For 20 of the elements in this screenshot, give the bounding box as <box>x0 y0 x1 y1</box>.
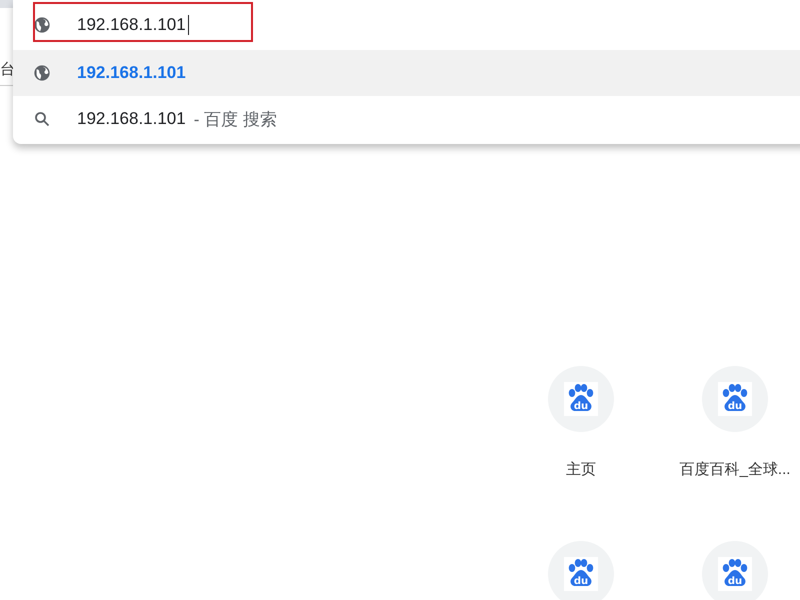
suggestion-text: 192.168.1.101 <box>77 63 186 83</box>
suggestion-text: 192.168.1.101 <box>77 109 186 129</box>
paw-logo: du <box>718 557 752 591</box>
shortcut-tile[interactable]: du <box>548 541 614 600</box>
shortcut-tile[interactable]: du <box>548 366 614 432</box>
paw-logo: du <box>564 382 598 416</box>
suggestion-item[interactable]: 192.168.1.101 <box>13 50 800 96</box>
shortcut-tile[interactable]: du <box>702 366 768 432</box>
globe-icon <box>33 64 51 82</box>
shortcut-tile[interactable]: du <box>702 541 768 600</box>
paw-logo: du <box>564 557 598 591</box>
suggestion-suffix: - 百度 搜索 <box>194 108 277 130</box>
shortcut-label: 百度百科_全球... <box>680 460 790 479</box>
paw-logo: du <box>718 382 752 416</box>
address-field[interactable]: 192.168.1.101 <box>77 15 186 35</box>
globe-icon <box>33 16 51 34</box>
suggestion-item[interactable]: 192.168.1.101 - 百度 搜索 <box>13 96 800 142</box>
text-cursor <box>188 15 189 35</box>
search-icon <box>33 111 51 127</box>
shortcut-label: 主页 <box>566 460 596 479</box>
